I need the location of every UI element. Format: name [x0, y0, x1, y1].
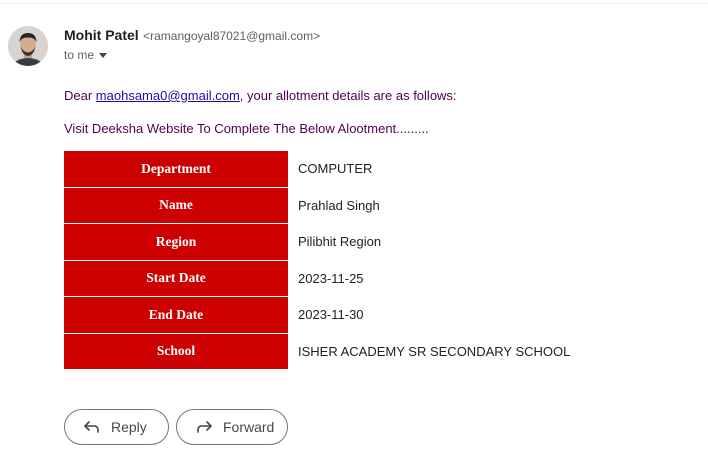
row-label-region: Region [64, 224, 288, 260]
greeting-prefix: Dear [64, 88, 96, 103]
table-row: Department COMPUTER [64, 151, 589, 187]
recipient-label: to me [64, 48, 95, 62]
row-value-end-date: 2023-11-30 [298, 307, 364, 323]
avatar[interactable] [8, 26, 48, 66]
row-value-region: Pilibhit Region [298, 234, 382, 250]
greeting-suffix: , your allotment details are as follows: [239, 88, 457, 103]
table-row: Start Date 2023-11-25 [64, 260, 589, 296]
row-value-start-date: 2023-11-25 [298, 270, 364, 286]
row-value-department: COMPUTER [298, 161, 373, 177]
row-label-department: Department [64, 151, 288, 187]
intro-text: Visit Deeksha Website To Complete The Be… [64, 121, 429, 136]
sender-email: <ramangoyal87021@gmail.com> [143, 29, 321, 43]
allotment-details-table: Department COMPUTER Name Prahlad Singh R… [63, 150, 590, 370]
avatar-photo [8, 26, 48, 66]
sender-line: Mohit Patel <ramangoyal87021@gmail.com> [64, 27, 320, 45]
table-row: Region Pilibhit Region [64, 224, 589, 260]
forward-label: Forward [223, 419, 275, 435]
reply-button[interactable]: Reply [64, 409, 169, 445]
table-row: End Date 2023-11-30 [64, 297, 589, 333]
row-label-name: Name [64, 187, 288, 223]
forward-button[interactable]: Forward [176, 409, 288, 445]
forward-arrow-icon [197, 421, 212, 433]
reply-arrow-icon [84, 421, 99, 433]
table-row: School ISHER ACADEMY SR SECONDARY SCHOOL [64, 333, 589, 369]
recipient-email-link[interactable]: maohsama0@gmail.com [96, 88, 240, 103]
row-value-school: ISHER ACADEMY SR SECONDARY SCHOOL [298, 343, 571, 359]
greeting-line: Dear maohsama0@gmail.com, your allotment… [64, 88, 457, 103]
sender-name[interactable]: Mohit Patel [64, 27, 139, 43]
reply-label: Reply [111, 419, 147, 435]
table-row: Name Prahlad Singh [64, 187, 589, 223]
row-label-end-date: End Date [64, 297, 288, 333]
caret-down-icon[interactable] [99, 52, 108, 58]
row-label-start-date: Start Date [64, 260, 288, 296]
recipient-toggle[interactable]: to me [64, 48, 108, 62]
row-label-school: School [64, 333, 288, 369]
row-value-name: Prahlad Singh [298, 197, 380, 213]
top-divider [0, 3, 708, 4]
